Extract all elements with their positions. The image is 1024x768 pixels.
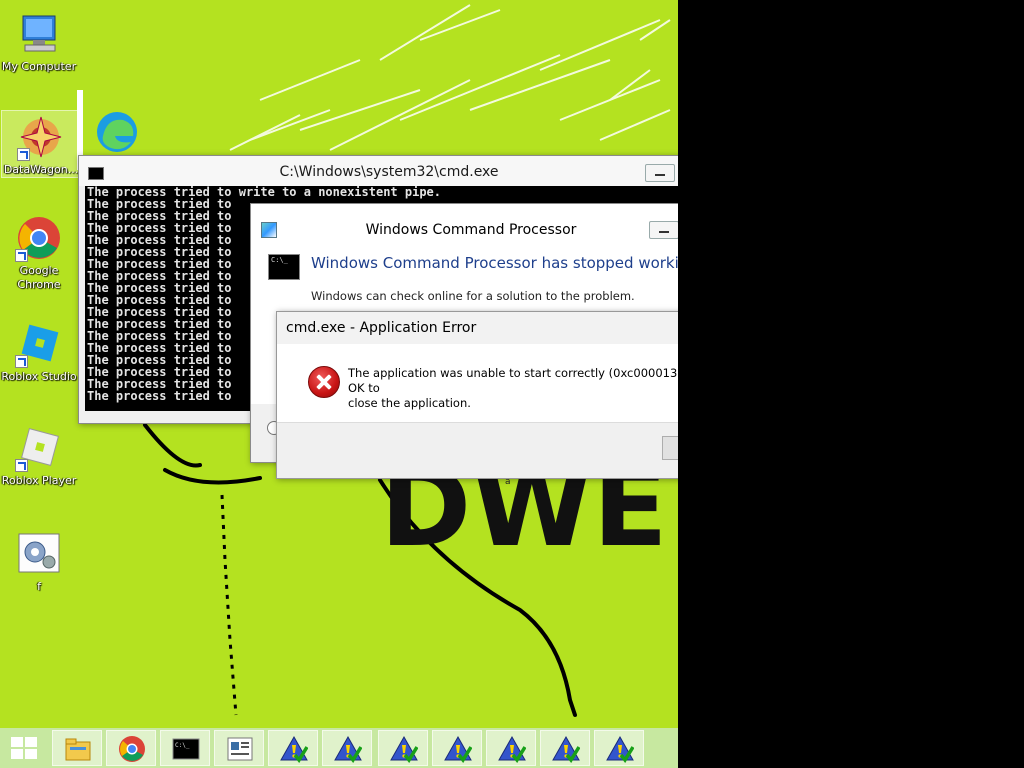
shortcut-arrow-icon <box>17 148 30 161</box>
taskbar-button-warning-check[interactable] <box>540 730 590 766</box>
taskbar-button-warning-check[interactable] <box>322 730 372 766</box>
desktop-icon-google-chrome[interactable]: Google Chrome <box>0 214 78 292</box>
app-error-footer <box>277 422 678 478</box>
desktop-screen: DWE My Computer DataWagon... Google Chro… <box>0 0 678 768</box>
taskbar-button-warning-check[interactable] <box>378 730 428 766</box>
taskbar-button-warning-check[interactable] <box>486 730 536 766</box>
datawagon-icon <box>17 113 65 161</box>
chrome-icon <box>15 214 63 262</box>
shortcut-arrow-icon <box>15 459 28 472</box>
cmd-icon: C:\_ <box>172 735 200 763</box>
desktop-icon-roblox-studio[interactable]: Roblox Studio <box>0 320 78 384</box>
app-error-message-line2: close the application. <box>348 396 471 410</box>
minimize-button[interactable] <box>649 221 678 239</box>
windows-start-icon <box>11 737 39 761</box>
shortcut-arrow-icon <box>15 249 28 262</box>
taskbar-button-document[interactable] <box>214 730 264 766</box>
taskbar-button-warning-check[interactable] <box>268 730 318 766</box>
desktop-icon-label: DataWagon... <box>3 163 79 176</box>
desktop-icon-datawagon[interactable]: DataWagon... <box>1 110 81 178</box>
edge-icon <box>93 108 141 156</box>
desktop-icon-roblox-player[interactable]: Roblox Player <box>0 424 78 488</box>
cmd-titlebar[interactable]: C:\Windows\system32\cmd.exe <box>79 156 678 186</box>
svg-text:C:\_: C:\_ <box>175 742 190 749</box>
taskbar-button-file-explorer[interactable] <box>52 730 102 766</box>
taskbar-button-chrome[interactable] <box>106 730 156 766</box>
desktop-icon-label: Roblox Studio <box>1 370 77 383</box>
desktop-icon-label: Roblox Player <box>1 474 77 487</box>
taskbar-button-cmd[interactable]: C:\_ <box>160 730 210 766</box>
taskbar-button-warning-check[interactable] <box>594 730 644 766</box>
start-button[interactable] <box>0 728 50 768</box>
desktop-icon-edge[interactable] <box>78 108 156 158</box>
app-error-title: cmd.exe - Application Error <box>286 320 477 336</box>
desktop-icon-f[interactable]: f <box>0 530 78 594</box>
settings-file-icon <box>15 530 63 578</box>
error-icon <box>308 366 340 398</box>
shortcut-arrow-icon <box>15 355 28 368</box>
chrome-icon <box>118 735 146 763</box>
desktop-icon-label: My Computer <box>1 60 77 73</box>
cmd-window-title: C:\Windows\system32\cmd.exe <box>279 164 499 180</box>
warning-check-icon <box>552 735 581 764</box>
ok-button[interactable] <box>662 436 678 460</box>
warning-check-icon <box>280 735 309 764</box>
roblox-player-icon <box>15 424 63 472</box>
computer-icon <box>15 10 63 58</box>
fragment-text: a <box>505 477 511 487</box>
desktop-icon-label: f <box>37 580 41 593</box>
desktop-icon-my-computer[interactable]: My Computer <box>0 10 78 74</box>
taskbar: C:\_ <box>0 728 678 768</box>
taskbar-button-warning-check[interactable] <box>432 730 482 766</box>
warning-check-icon <box>606 735 635 764</box>
warning-check-icon <box>444 735 473 764</box>
minimize-button[interactable] <box>645 164 675 182</box>
wer-heading: Windows Command Processor has stopped wo… <box>311 254 678 272</box>
app-error-message: The application was unable to start corr… <box>348 366 678 411</box>
warning-check-icon <box>498 735 527 764</box>
cmd-program-icon: C:\_ <box>268 254 300 280</box>
desktop-icon-label: Google Chrome <box>17 264 61 291</box>
warning-check-icon <box>390 735 419 764</box>
warning-check-icon <box>334 735 363 764</box>
document-icon <box>226 735 254 763</box>
wer-dialog-title: Windows Command Processor <box>365 222 577 238</box>
roblox-studio-icon <box>15 320 63 368</box>
wer-subtext: Windows can check online for a solution … <box>311 289 635 303</box>
file-explorer-icon <box>64 735 92 763</box>
app-error-titlebar[interactable]: cmd.exe - Application Error <box>277 312 678 344</box>
app-error-message-line1: The application was unable to start corr… <box>348 366 678 395</box>
